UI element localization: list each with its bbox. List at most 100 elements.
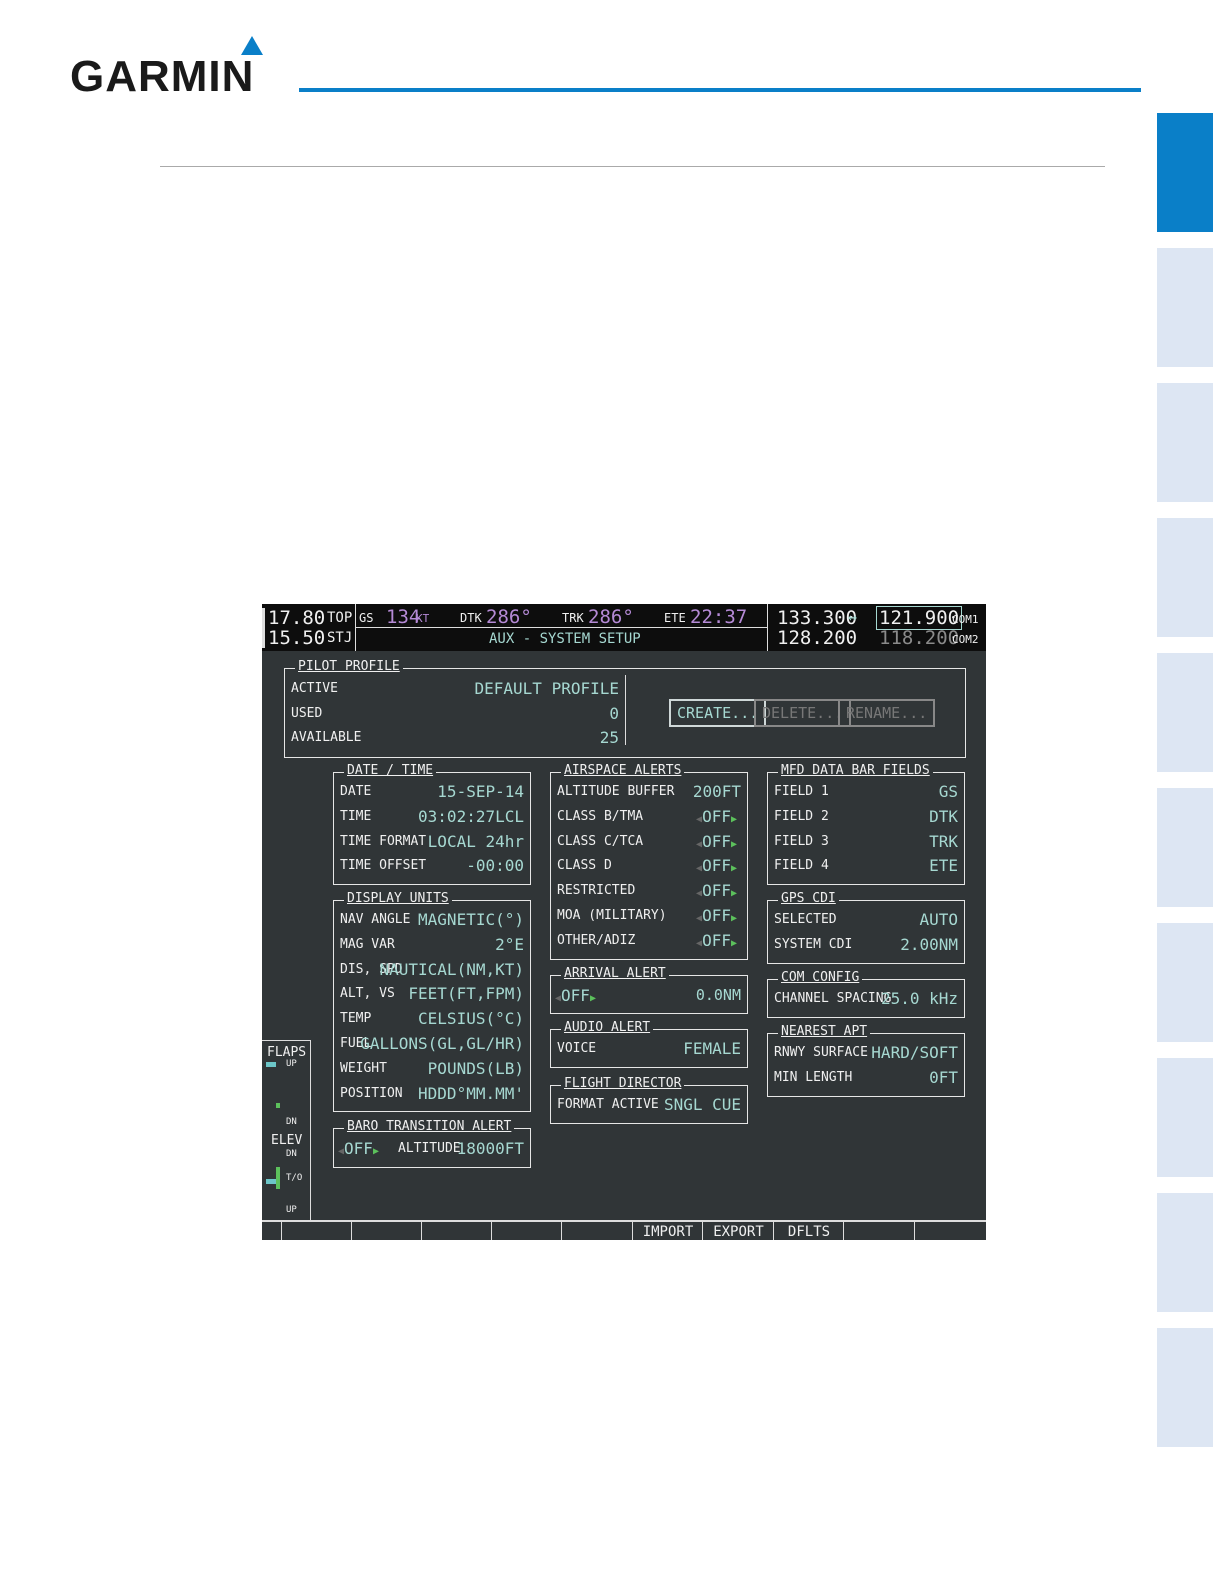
delete-button[interactable]: DELETE... <box>754 699 852 727</box>
com1-standby[interactable]: 133.300 <box>777 607 857 629</box>
softkey-9[interactable] <box>843 1222 915 1240</box>
baro-alert-state[interactable]: OFF <box>344 1139 373 1158</box>
date-time-panel: DATE / TIME DATE 15-SEP-14 TIME 03:02:27LCL T… <box>333 764 531 886</box>
setting-value[interactable]: NAUTICAL(NM,KT) <box>380 960 525 979</box>
setting-value[interactable]: ETE <box>929 856 958 875</box>
panel-title: DISPLAY UNITS <box>344 892 452 906</box>
softkey-import[interactable]: IMPORT <box>632 1222 703 1240</box>
setting-value[interactable]: POUNDS(LB) <box>428 1059 524 1078</box>
section-tab[interactable] <box>1157 788 1213 907</box>
section-tab[interactable] <box>1157 518 1213 637</box>
elev-label: ELEV <box>271 1133 303 1148</box>
setting-value[interactable]: TRK <box>929 832 958 851</box>
setting-value[interactable]: LOCAL 24hr <box>428 832 524 851</box>
com2-active[interactable]: 118.200 <box>879 627 959 649</box>
setting-row: CLASS B/TMA ◀OFF▶ <box>557 807 741 827</box>
setting-value[interactable]: OFF <box>702 807 731 826</box>
gps-cdi-panel: GPS CDI SELECTED AUTO SYSTEM CDI 2.00NM <box>767 892 965 964</box>
arrival-alert-state[interactable]: OFF <box>561 986 590 1005</box>
trk-label: TRK <box>562 611 584 625</box>
softkey-4[interactable] <box>491 1222 562 1240</box>
softkey-dflts[interactable]: DFLTS <box>773 1222 844 1240</box>
elev-to-label: T/O <box>286 1173 303 1183</box>
softkey-2[interactable] <box>351 1222 422 1240</box>
mfd-screen: 17.80 TOP 15.50 STJ GS 134 KT DTK 286° T… <box>262 604 986 1240</box>
arrival-alert-panel: ARRIVAL ALERT ◀OFF▶ 0.0NM <box>550 967 748 1014</box>
setting-value[interactable]: DTK <box>929 807 958 826</box>
setting-value[interactable]: OFF <box>702 881 731 900</box>
com2-label: COM2 <box>952 633 979 646</box>
setting-value[interactable]: HDDD°MM.MM' <box>418 1084 524 1103</box>
top-bar: 17.80 TOP 15.50 STJ GS 134 KT DTK 286° T… <box>262 604 986 651</box>
setting-value[interactable]: 03:02:27LCL <box>418 807 524 826</box>
create-button[interactable]: CREATE... <box>669 699 767 727</box>
arrival-alert-distance[interactable]: 0.0NM <box>696 986 741 1004</box>
setting-row: CHANNEL SPACING 25.0 kHz <box>774 989 958 1009</box>
setting-value[interactable]: FEET(FT,FPM) <box>408 984 524 1003</box>
setting-label: RNWY SURFACE <box>774 1045 868 1060</box>
setting-value[interactable]: FEMALE <box>683 1039 741 1058</box>
com1-label: COM1 <box>952 613 979 626</box>
swap-arrow-icon[interactable]: ↔ <box>848 608 857 626</box>
setting-value[interactable]: 15-SEP-14 <box>437 782 524 801</box>
nav1-freq: 17.80 <box>268 607 326 629</box>
setting-value[interactable]: 0FT <box>929 1068 958 1087</box>
setting-label: RESTRICTED <box>557 883 636 899</box>
setting-row: CLASS C/TCA ◀OFF▶ <box>557 832 741 852</box>
active-profile-value[interactable]: DEFAULT PROFILE <box>475 679 620 698</box>
setting-row: FORMAT ACTIVE SNGL CUE <box>557 1095 741 1115</box>
setting-label: SELECTED <box>774 912 837 927</box>
setting-value[interactable]: SNGL CUE <box>664 1095 741 1114</box>
setting-value[interactable]: 200FT <box>693 782 741 801</box>
setting-label: SYSTEM CDI <box>774 936 853 952</box>
setting-value[interactable]: OFF <box>702 832 731 851</box>
section-tab[interactable] <box>1157 923 1213 1042</box>
rename-button[interactable]: RENAME... <box>838 699 936 727</box>
nearest-apt-panel: NEAREST APT RNWY SURFACE HARD/SOFT MIN LENG… <box>767 1025 965 1097</box>
setting-value[interactable]: AUTO <box>919 910 958 929</box>
setting-value[interactable]: OFF <box>702 906 731 925</box>
setting-value[interactable]: CELSIUS(°C) <box>418 1009 524 1028</box>
panel-title: FLIGHT DIRECTOR <box>561 1077 685 1091</box>
setting-value[interactable]: 2°E <box>495 935 524 954</box>
setting-value[interactable]: OFF <box>702 931 731 950</box>
setting-value[interactable]: 25.0 kHz <box>881 989 958 1008</box>
altitude-label: ALTITUDE <box>398 1141 461 1156</box>
setting-value[interactable]: -00:00 <box>466 856 524 875</box>
setting-row: ALTITUDE BUFFER 200FT <box>557 782 741 802</box>
softkey-export[interactable]: EXPORT <box>702 1222 774 1240</box>
section-tab[interactable] <box>1157 1328 1213 1447</box>
setting-label: FIELD 3 <box>774 833 829 849</box>
setting-row: NAV ANGLE MAGNETIC(°) <box>340 910 524 930</box>
section-tab[interactable] <box>1157 653 1213 772</box>
softkey-5[interactable] <box>561 1222 633 1240</box>
section-tab[interactable] <box>1157 248 1213 367</box>
softkey-3[interactable] <box>421 1222 492 1240</box>
setting-row: OTHER/ADIZ ◀OFF▶ <box>557 931 741 951</box>
setting-value[interactable]: HARD/SOFT <box>871 1043 958 1062</box>
flight-director-panel: FLIGHT DIRECTOR FORMAT ACTIVE SNGL CUE <box>550 1077 748 1124</box>
setting-row: FIELD 3 TRK <box>774 832 958 852</box>
section-tab[interactable] <box>1157 113 1213 232</box>
setting-value[interactable]: MAGNETIC(°) <box>418 910 524 929</box>
setting-value[interactable]: 2.00NM <box>900 935 958 954</box>
flaps-label: FLAPS <box>267 1045 307 1060</box>
com2-standby[interactable]: 128.200 <box>777 627 857 649</box>
setting-row: FIELD 4 ETE <box>774 856 958 876</box>
setting-row: MIN LENGTH 0FT <box>774 1068 958 1088</box>
setting-label: CHANNEL SPACING <box>774 991 892 1006</box>
right-arrow-icon: ▶ <box>730 838 737 850</box>
setting-row: DATE 15-SEP-14 <box>340 782 524 802</box>
setting-value[interactable]: GS <box>939 782 958 801</box>
setting-label: FORMAT ACTIVE <box>557 1097 659 1112</box>
setting-row: FIELD 1 GS <box>774 782 958 802</box>
section-tab[interactable] <box>1157 383 1213 502</box>
section-tab[interactable] <box>1157 1193 1213 1312</box>
softkey-10[interactable] <box>914 1222 986 1240</box>
baro-altitude-value[interactable]: 18000FT <box>457 1139 524 1158</box>
setting-value[interactable]: GALLONS(GL,GL/HR) <box>360 1034 524 1053</box>
softkey-1[interactable] <box>281 1222 352 1240</box>
setting-value[interactable]: OFF <box>702 856 731 875</box>
section-tab[interactable] <box>1157 1058 1213 1177</box>
setting-label: TEMP <box>340 1011 372 1027</box>
